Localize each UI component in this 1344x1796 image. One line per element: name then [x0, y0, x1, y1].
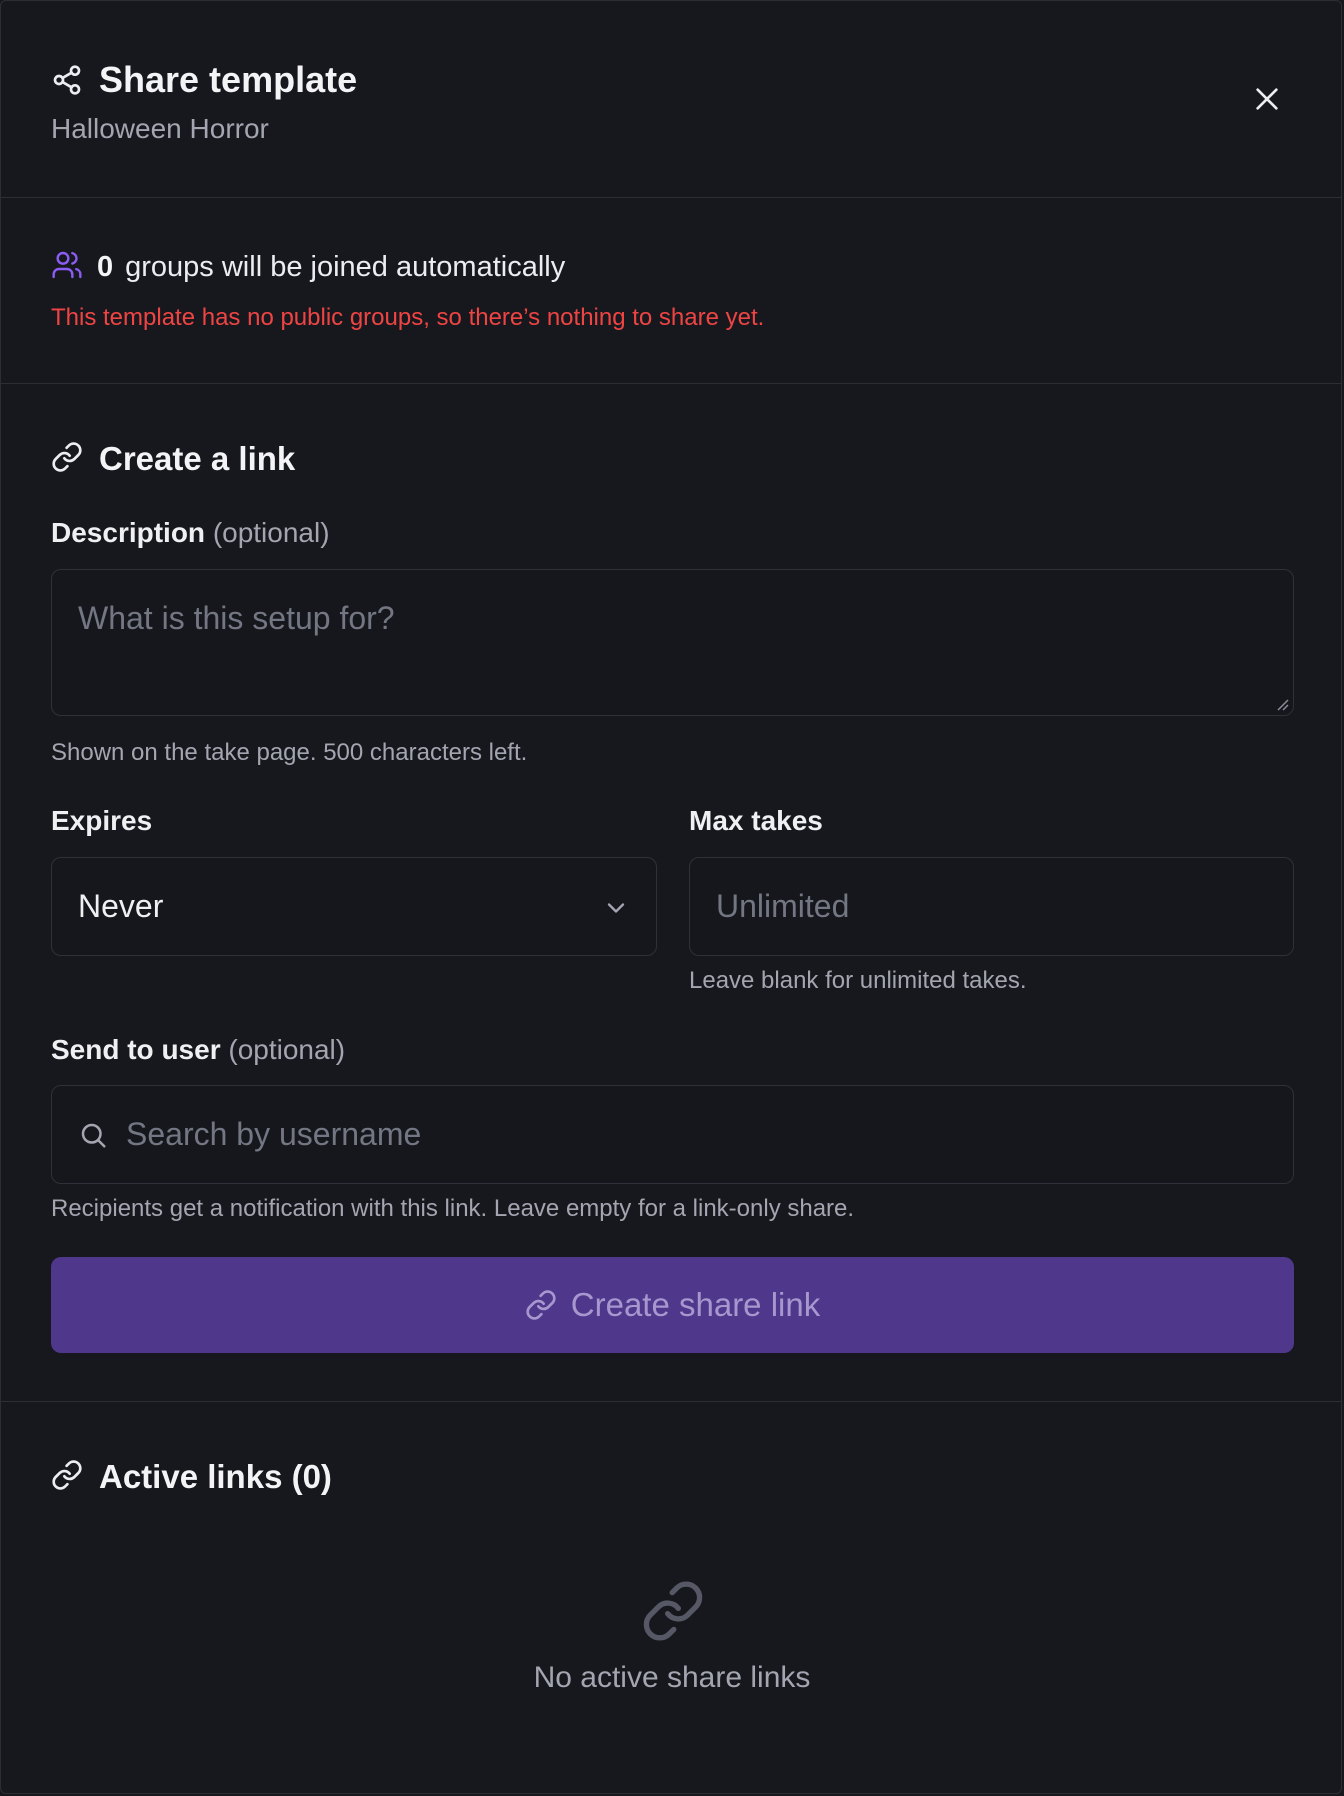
active-links-heading-row: Active links (0) — [51, 1458, 332, 1496]
link-icon — [51, 441, 83, 478]
description-placeholder: What is this setup for? — [78, 600, 395, 636]
expires-select[interactable]: Never — [51, 857, 657, 956]
resize-handle-icon[interactable] — [1275, 697, 1289, 711]
create-link-heading: Create a link — [99, 440, 296, 477]
groups-info — [1, 198, 1341, 383]
groups-count: 0 — [97, 251, 114, 283]
max-takes-placeholder: Unlimited — [716, 888, 850, 924]
max-takes-hint: Leave blank for unlimited takes. — [689, 967, 1027, 994]
description-hint: Shown on the take page. 500 characters l… — [51, 739, 528, 766]
create-share-link-label: Create share link — [570, 1286, 821, 1323]
share-template-dialog: Share template Halloween Horror 0 groups… — [0, 0, 1342, 1794]
search-icon — [81, 1123, 106, 1148]
divider — [1, 1401, 1341, 1402]
send-to-user-optional: (optional) — [228, 1034, 346, 1065]
create-share-link-button[interactable]: Create share link — [51, 1257, 1294, 1353]
user-search-placeholder: Search by username — [126, 1116, 422, 1152]
dialog-subtitle: Halloween Horror — [51, 113, 269, 144]
description-textarea[interactable]: What is this setup for? — [51, 569, 1294, 716]
groups-text: groups will be joined automatically — [125, 251, 566, 283]
expires-label: Expires — [51, 805, 153, 836]
max-takes-input[interactable]: Unlimited — [689, 857, 1294, 956]
dialog-header: Share template Halloween Horror — [1, 1, 1341, 197]
send-to-user-hint: Recipients get a notification with this … — [51, 1195, 855, 1222]
link-icon — [526, 1290, 556, 1320]
send-to-user-label: Send to user (optional) — [51, 1034, 345, 1066]
expires-value: Never — [78, 888, 164, 924]
title-row: Share template — [51, 59, 357, 101]
chevron-down-icon — [607, 903, 625, 913]
description-label: Description (optional) — [51, 517, 330, 549]
description-label-text: Description — [51, 517, 206, 548]
share-icon — [51, 64, 83, 96]
empty-state-text: No active share links — [533, 1661, 811, 1694]
groups-warning: This template has no public groups, so t… — [51, 304, 765, 331]
close-icon — [1256, 88, 1278, 110]
link-icon — [51, 1459, 83, 1496]
close-button[interactable] — [1251, 83, 1283, 115]
active-links-heading: Active links (0) — [99, 1458, 332, 1495]
dialog-title: Share template — [99, 59, 358, 100]
create-link-heading-row: Create a link — [51, 440, 295, 478]
users-icon — [51, 249, 83, 286]
groups-row: 0 groups will be joined automatically — [51, 249, 565, 286]
link-icon — [643, 1581, 703, 1641]
description-optional: (optional) — [212, 517, 330, 548]
send-to-user-label-text: Send to user — [51, 1034, 221, 1065]
user-search-input[interactable]: Search by username — [51, 1085, 1294, 1184]
max-takes-label: Max takes — [689, 805, 823, 836]
